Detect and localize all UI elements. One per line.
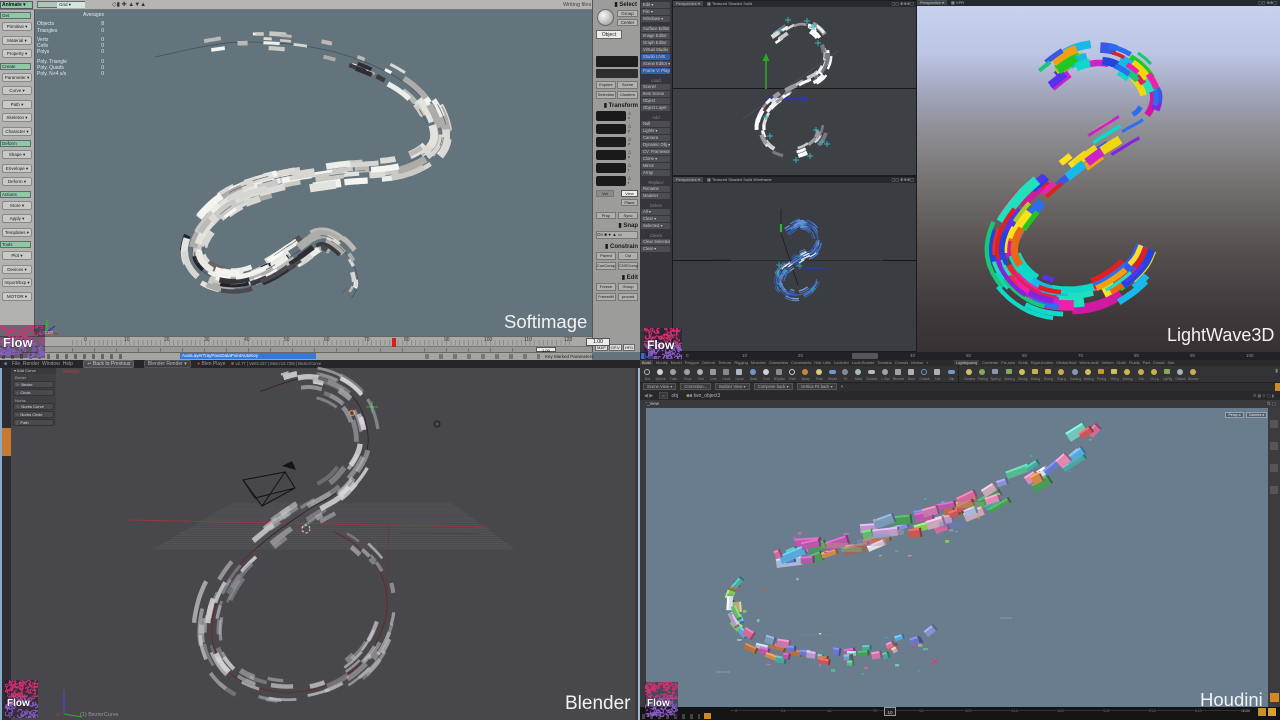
- svg-text:Flow: Flow: [647, 698, 670, 709]
- svg-text:Flow: Flow: [3, 335, 33, 350]
- svg-text:Flow: Flow: [7, 698, 30, 709]
- svg-text:Flow: Flow: [647, 338, 675, 352]
